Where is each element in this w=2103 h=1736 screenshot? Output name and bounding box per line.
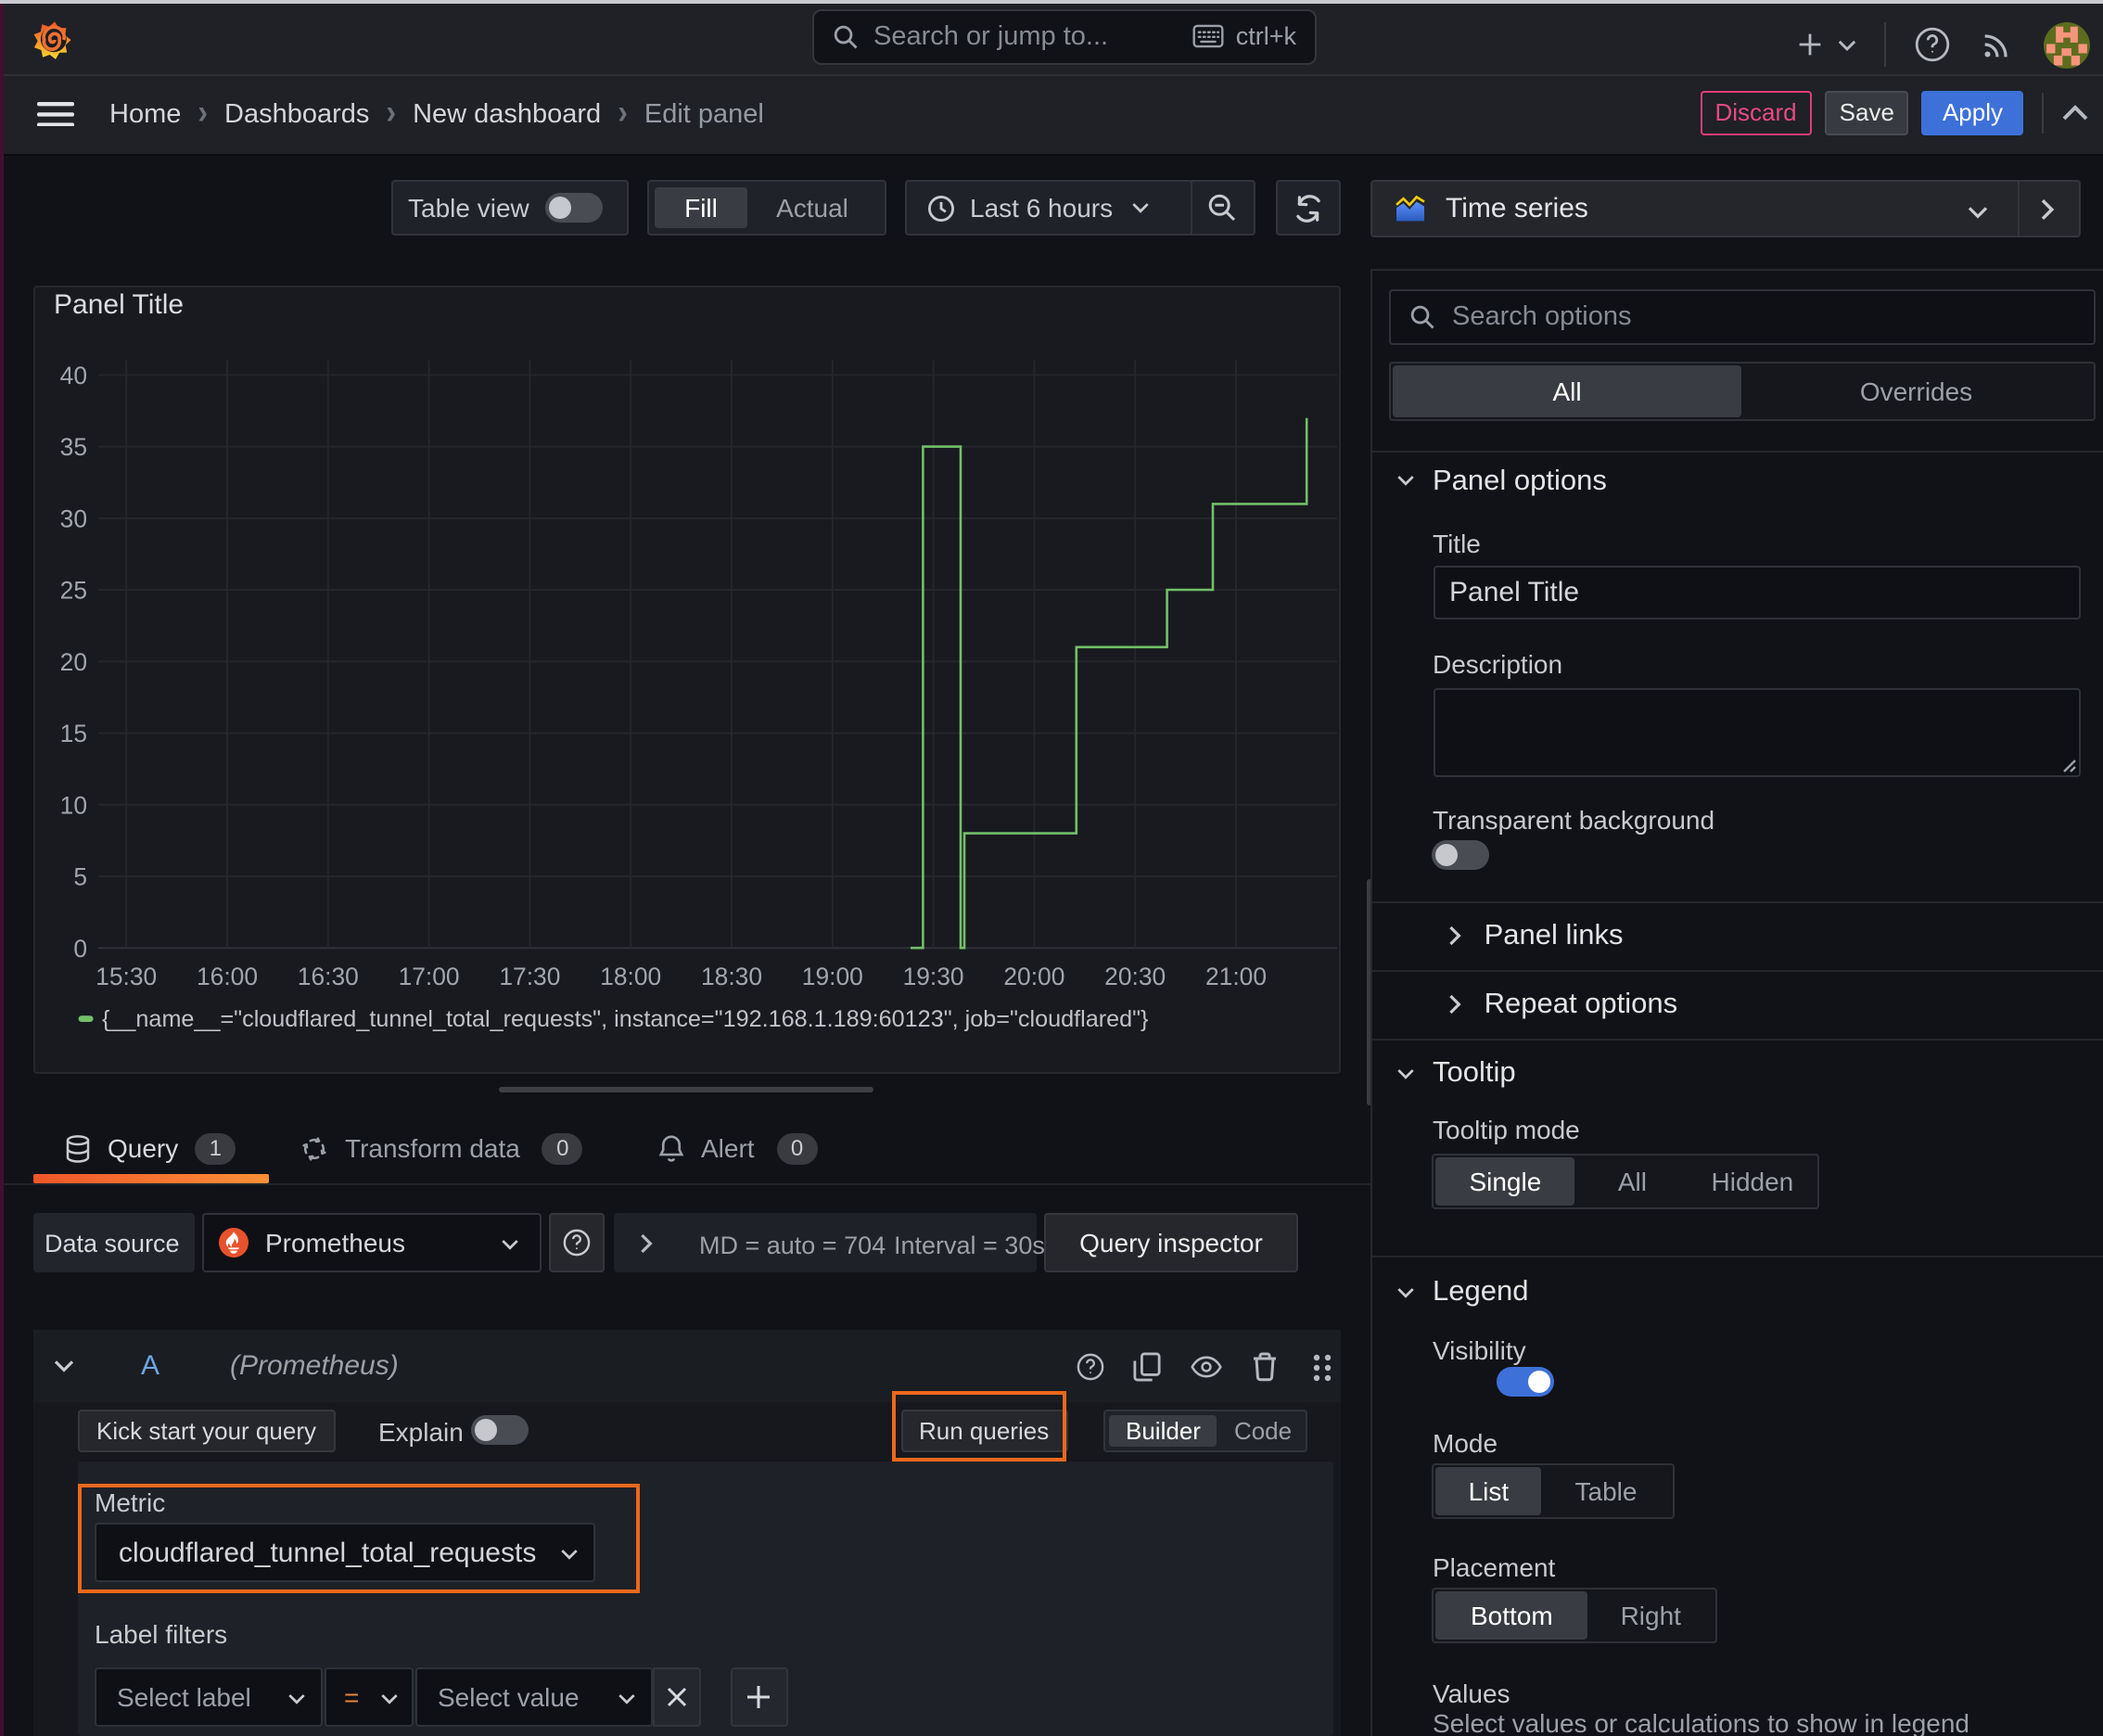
svg-text:15: 15	[60, 719, 87, 747]
svg-text:15:30: 15:30	[96, 962, 157, 989]
svg-text:0: 0	[73, 934, 87, 962]
svg-text:10: 10	[60, 790, 87, 818]
svg-text:19:00: 19:00	[802, 962, 863, 989]
svg-text:19:30: 19:30	[903, 962, 964, 989]
svg-text:21:00: 21:00	[1205, 962, 1267, 989]
svg-text:16:00: 16:00	[197, 962, 258, 989]
svg-text:{__name__="cloudflared_tunnel_: {__name__="cloudflared_tunnel_total_requ…	[102, 1005, 1148, 1031]
svg-text:40: 40	[60, 361, 87, 389]
svg-text:17:00: 17:00	[399, 962, 460, 989]
svg-text:5: 5	[73, 862, 87, 890]
svg-text:30: 30	[60, 504, 87, 532]
svg-text:17:30: 17:30	[499, 962, 560, 989]
svg-text:18:00: 18:00	[600, 962, 661, 989]
svg-text:20: 20	[60, 647, 87, 675]
svg-text:18:30: 18:30	[701, 962, 762, 989]
svg-text:16:30: 16:30	[298, 962, 359, 989]
svg-text:35: 35	[60, 432, 87, 460]
svg-text:20:30: 20:30	[1104, 962, 1166, 989]
svg-text:25: 25	[60, 576, 87, 604]
svg-text:20:00: 20:00	[1003, 962, 1064, 989]
